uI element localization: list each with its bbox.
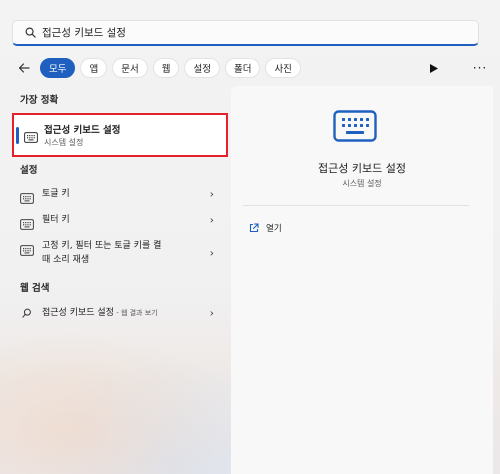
search-input[interactable] <box>42 26 462 39</box>
more-options-button[interactable]: ··· <box>470 58 490 78</box>
chevron-right-icon: › <box>209 306 214 320</box>
open-external-icon <box>249 218 259 237</box>
search-bar[interactable] <box>12 20 479 46</box>
results-list: 가장 정확 접근성 키보드 설정 시스템 설정 설정 토글 키 › 필터 키 ›… <box>0 88 230 474</box>
settings-item-filter-keys[interactable]: 필터 키 › <box>20 213 220 230</box>
preview-title: 접근성 키보드 설정 <box>318 162 406 175</box>
settings-heading: 설정 <box>20 165 38 176</box>
filter-chip-all[interactable]: 모두 <box>40 58 76 78</box>
filter-chip-settings[interactable]: 설정 <box>184 58 220 78</box>
preview-subtitle: 시스템 설정 <box>342 179 382 188</box>
open-button[interactable]: 열기 <box>249 218 282 237</box>
chevron-right-icon: › <box>209 246 214 260</box>
search-icon <box>22 25 38 41</box>
open-label: 열기 <box>266 223 282 234</box>
best-match-subtitle: 시스템 설정 <box>44 138 84 147</box>
best-match-heading: 가장 정확 <box>20 95 59 106</box>
chevron-right-icon: › <box>209 213 214 227</box>
search-icon <box>20 308 34 318</box>
chevron-right-icon: › <box>209 187 214 201</box>
filter-chip-apps[interactable]: 앱 <box>80 58 108 78</box>
preview-pane: 접근성 키보드 설정 시스템 설정 열기 <box>231 86 493 474</box>
filter-chip-folders[interactable]: 폴더 <box>224 58 261 78</box>
settings-item-label: 필터 키 <box>42 215 70 225</box>
web-search-label: 접근성 키보드 설정 - 웹 결과 보기 <box>42 306 158 320</box>
selection-indicator <box>16 127 19 144</box>
keyboard-icon <box>20 241 34 256</box>
keyboard-icon <box>333 110 377 146</box>
preview-divider <box>243 205 469 206</box>
web-search-item[interactable]: 접근성 키보드 설정 - 웹 결과 보기 › <box>20 306 220 320</box>
back-arrow-icon[interactable] <box>14 58 34 78</box>
filter-chip-web[interactable]: 웹 <box>152 58 180 78</box>
filter-chip-photos[interactable]: 사진 <box>265 58 301 78</box>
play-icon[interactable] <box>426 60 442 76</box>
settings-item-toggle-keys[interactable]: 토글 키 › <box>20 187 220 204</box>
filter-bar: 모두 앱 문서 웹 설정 폴더 사진 ··· <box>14 56 486 80</box>
keyboard-icon <box>24 128 38 147</box>
settings-item-label: 토글 키 <box>42 189 70 199</box>
web-search-heading: 웹 검색 <box>20 283 50 294</box>
best-match-result[interactable]: 접근성 키보드 설정 시스템 설정 <box>12 113 228 157</box>
settings-item-sound-keys[interactable]: 고정 키, 필터 또는 토글 키를 켤 때 소리 재생 › <box>20 239 220 267</box>
web-search-suffix: - 웹 결과 보기 <box>113 309 158 317</box>
settings-item-label-line1: 고정 키, 필터 또는 토글 키를 켤 <box>42 241 162 251</box>
web-search-query: 접근성 키보드 설정 <box>42 308 114 318</box>
keyboard-icon <box>20 189 34 204</box>
filter-chip-documents[interactable]: 문서 <box>112 58 148 78</box>
settings-item-label-line2: 때 소리 재생 <box>42 255 90 265</box>
keyboard-icon <box>20 215 34 230</box>
best-match-title: 접근성 키보드 설정 <box>44 125 121 136</box>
settings-item-label: 고정 키, 필터 또는 토글 키를 켤 때 소리 재생 <box>42 239 161 267</box>
